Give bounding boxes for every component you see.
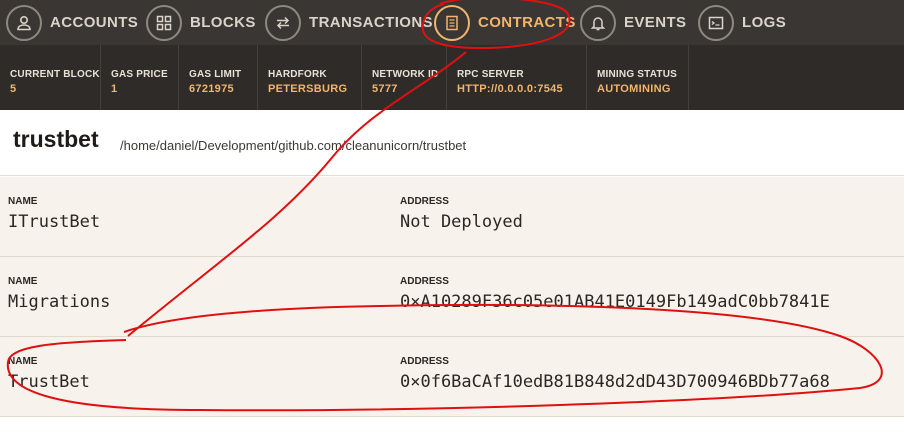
stat-network-id-label: NETWORK ID (372, 69, 439, 80)
stat-rpc-server-value: HTTP://0.0.0.0:7545 (457, 83, 563, 95)
contract-name-label: NAME (8, 356, 38, 367)
nav-contracts-label: CONTRACTS (478, 14, 576, 31)
stat-mining-status-label: MINING STATUS (597, 69, 678, 80)
contract-row-migrations[interactable]: NAME Migrations ADDRESS 0×A10289F36c05e0… (0, 257, 904, 337)
contract-name: Migrations (8, 292, 111, 312)
stat-current-block-value: 5 (10, 83, 17, 95)
nav-accounts-label: ACCOUNTS (50, 14, 139, 31)
stat-rpc-server: RPC SERVER HTTP://0.0.0.0:7545 (447, 45, 587, 110)
stat-gas-limit-value: 6721975 (189, 83, 234, 95)
nav-transactions-label: TRANSACTIONS (309, 14, 433, 31)
contract-row-itrustbet[interactable]: NAME ITrustBet ADDRESS Not Deployed (0, 177, 904, 257)
transfer-arrows-icon (265, 4, 301, 41)
stat-rpc-server-label: RPC SERVER (457, 69, 524, 80)
contract-address-label: ADDRESS (400, 356, 449, 367)
stat-current-block-label: CURRENT BLOCK (10, 69, 100, 80)
contract-address-label: ADDRESS (400, 196, 449, 207)
document-icon (434, 4, 470, 41)
stat-gas-price-value: 1 (111, 83, 118, 95)
contract-address: 0×A10289F36c05e01AB41E0149Fb149adC0bb784… (400, 292, 830, 312)
stat-network-id: NETWORK ID 5777 (362, 45, 447, 110)
stat-gas-price-label: GAS PRICE (111, 69, 168, 80)
nav-accounts[interactable]: ACCOUNTS (6, 0, 138, 45)
nav-logs-label: LOGS (742, 14, 787, 31)
contract-name-label: NAME (8, 276, 38, 287)
nav-events-label: EVENTS (624, 14, 687, 31)
contract-name-label: NAME (8, 196, 38, 207)
stat-gas-limit-label: GAS LIMIT (189, 69, 242, 80)
account-icon (6, 4, 42, 41)
nav-blocks[interactable]: BLOCKS (146, 0, 256, 45)
stat-current-block: CURRENT BLOCK 5 (0, 45, 101, 110)
project-header: trustbet /home/daniel/Development/github… (0, 110, 904, 176)
nav-blocks-label: BLOCKS (190, 14, 256, 31)
stat-mining-status-value: AUTOMINING (597, 83, 671, 95)
stat-network-id-value: 5777 (372, 83, 398, 95)
contract-row-trustbet[interactable]: NAME TrustBet ADDRESS 0×0f6BaCAf10edB81B… (0, 337, 904, 417)
grid-icon (146, 4, 182, 41)
bell-icon (580, 4, 616, 41)
terminal-icon (698, 4, 734, 41)
top-nav: ACCOUNTS BLOCKS TRANSACTIONS CONTRACTS E… (0, 0, 904, 45)
stat-hardfork-label: HARDFORK (268, 69, 327, 80)
contract-address-label: ADDRESS (400, 276, 449, 287)
stat-hardfork-value: PETERSBURG (268, 83, 348, 95)
project-path: /home/daniel/Development/github.com/clea… (120, 138, 467, 153)
nav-events[interactable]: EVENTS (580, 0, 686, 45)
contract-address: 0×0f6BaCAf10edB81B848d2dD43D700946BDb77a… (400, 372, 830, 392)
contract-name: ITrustBet (8, 212, 101, 232)
nav-contracts[interactable]: CONTRACTS (434, 0, 576, 45)
stat-gas-price: GAS PRICE 1 (101, 45, 179, 110)
contract-address: Not Deployed (400, 212, 523, 232)
stat-hardfork: HARDFORK PETERSBURG (258, 45, 362, 110)
nav-transactions[interactable]: TRANSACTIONS (265, 0, 433, 45)
status-bar: CURRENT BLOCK 5 GAS PRICE 1 GAS LIMIT 67… (0, 45, 904, 110)
project-title: trustbet (13, 126, 99, 152)
stat-mining-status: MINING STATUS AUTOMINING (587, 45, 689, 110)
nav-logs[interactable]: LOGS (698, 0, 786, 45)
stat-gas-limit: GAS LIMIT 6721975 (179, 45, 258, 110)
contract-name: TrustBet (8, 372, 90, 392)
